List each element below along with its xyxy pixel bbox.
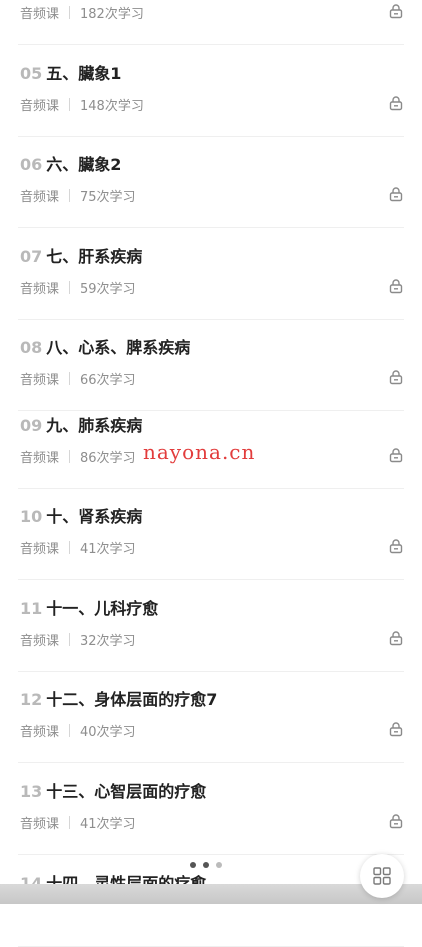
lesson-meta: 音频课 59次学习 <box>20 278 136 297</box>
lesson-number: 05 <box>20 64 43 83</box>
lock-icon <box>389 631 403 646</box>
lock-icon <box>389 448 403 463</box>
lesson-title-row: 10 十、肾系疾病 <box>20 503 142 527</box>
lesson-title: 十三、心智层面的疗愈 <box>46 782 207 801</box>
lesson-meta: 音频课 32次学习 <box>20 630 136 649</box>
lesson-title: 七、肝系疾病 <box>46 247 143 266</box>
lesson-item[interactable]: 10 十、肾系疾病 音频课 41次学习 <box>0 490 422 580</box>
lock-icon <box>389 539 403 554</box>
meta-separator <box>69 6 71 19</box>
lock-icon <box>389 370 403 385</box>
lesson-type: 音频课 <box>20 373 60 388</box>
lesson-item[interactable]: 11 十一、儿科疗愈 音频课 32次学习 <box>0 582 422 672</box>
lesson-meta: 音频课 66次学习 <box>20 369 136 388</box>
lesson-title: 九、肺系疾病 <box>46 416 143 435</box>
lesson-count: 75次学习 <box>80 190 136 205</box>
lesson-title-row: 05 五、臟象1 <box>20 60 121 84</box>
lesson-title: 十、肾系疾病 <box>46 507 143 526</box>
lesson-title: 十二、身体层面的疗愈7 <box>46 690 218 709</box>
lesson-type: 音频课 <box>20 542 60 557</box>
grid-menu-button[interactable] <box>360 854 404 898</box>
lesson-title: 六、臟象2 <box>46 155 122 174</box>
meta-separator <box>69 281 71 294</box>
lock-icon <box>389 4 403 19</box>
lesson-count: 66次学习 <box>80 373 136 388</box>
lesson-item[interactable]: 07 七、肝系疾病 音频课 59次学习 <box>0 230 422 320</box>
lesson-type: 音频课 <box>20 7 60 22</box>
lesson-type: 音频课 <box>20 634 60 649</box>
lesson-title-row: 07 七、肝系疾病 <box>20 243 142 267</box>
meta-separator <box>69 724 71 737</box>
meta-separator <box>69 372 71 385</box>
lesson-meta: 音频课 86次学习 <box>20 447 136 466</box>
lesson-number: 12 <box>20 690 43 709</box>
lesson-title-row: 06 六、臟象2 <box>20 151 121 175</box>
lesson-title: 五、臟象1 <box>46 64 122 83</box>
lesson-number: 11 <box>20 599 43 618</box>
lesson-title-row: 08 八、心系、脾系疾病 <box>20 334 190 358</box>
page-dot <box>203 862 209 868</box>
lesson-item[interactable]: 08 八、心系、脾系疾病 音频课 66次学习 <box>0 321 422 411</box>
lesson-item[interactable]: 06 六、臟象2 音频课 75次学习 <box>0 138 422 228</box>
lesson-count: 182次学习 <box>80 7 144 22</box>
lock-icon <box>389 96 403 111</box>
lesson-number: 08 <box>20 338 43 357</box>
lesson-type: 音频课 <box>20 282 60 297</box>
grid-icon <box>373 867 391 885</box>
lesson-title-row: 11 十一、儿科疗愈 <box>20 595 158 619</box>
lesson-count: 41次学习 <box>80 542 136 557</box>
lesson-number: 06 <box>20 155 43 174</box>
lesson-count: 148次学习 <box>80 99 144 114</box>
lesson-title-row: 09 九、肺系疾病 <box>20 412 142 436</box>
lesson-number: 13 <box>20 782 43 801</box>
lesson-title: 八、心系、脾系疾病 <box>46 338 191 357</box>
bottom-bar <box>0 884 422 904</box>
meta-separator <box>69 633 71 646</box>
lesson-number: 09 <box>20 416 43 435</box>
lesson-meta: 音频课 182次学习 <box>20 3 144 22</box>
lesson-count: 41次学习 <box>80 817 136 832</box>
lesson-count: 32次学习 <box>80 634 136 649</box>
page-indicator <box>190 862 222 868</box>
lesson-number: 07 <box>20 247 43 266</box>
page-dot-active <box>190 862 196 868</box>
lesson-title-row: 13 十三、心智层面的疗愈 <box>20 778 206 802</box>
lesson-count: 40次学习 <box>80 725 136 740</box>
lesson-type: 音频课 <box>20 99 60 114</box>
lesson-meta: 音频课 41次学习 <box>20 813 136 832</box>
lock-icon <box>389 187 403 202</box>
lesson-meta: 音频课 41次学习 <box>20 538 136 557</box>
lesson-count: 86次学习 <box>80 451 136 466</box>
lesson-item[interactable]: 12 十二、身体层面的疗愈7 音频课 40次学习 <box>0 673 422 763</box>
lesson-item[interactable]: 05 五、臟象1 音频课 148次学习 <box>0 47 422 137</box>
lock-icon <box>389 814 403 829</box>
meta-separator <box>69 450 71 463</box>
lesson-title: 十一、儿科疗愈 <box>46 599 159 618</box>
lesson-number: 10 <box>20 507 43 526</box>
meta-separator <box>69 98 71 111</box>
lesson-type: 音频课 <box>20 190 60 205</box>
lesson-title-row: 12 十二、身体层面的疗愈7 <box>20 686 217 710</box>
lesson-item[interactable]: 09 九、肺系疾病 音频课 86次学习 <box>0 399 422 489</box>
lesson-meta: 音频课 40次学习 <box>20 721 136 740</box>
lesson-meta: 音频课 75次学习 <box>20 186 136 205</box>
lesson-meta: 音频课 148次学习 <box>20 95 144 114</box>
lesson-item[interactable]: 13 十三、心智层面的疗愈 音频课 41次学习 <box>0 765 422 855</box>
lock-icon <box>389 279 403 294</box>
meta-separator <box>69 189 71 202</box>
lesson-count: 59次学习 <box>80 282 136 297</box>
lock-icon <box>389 722 403 737</box>
lesson-type: 音频课 <box>20 817 60 832</box>
meta-separator <box>69 816 71 829</box>
lesson-type: 音频课 <box>20 725 60 740</box>
page-dot <box>216 862 222 868</box>
lesson-item[interactable]: 音频课 182次学习 <box>0 0 422 45</box>
meta-separator <box>69 541 71 554</box>
lesson-type: 音频课 <box>20 451 60 466</box>
